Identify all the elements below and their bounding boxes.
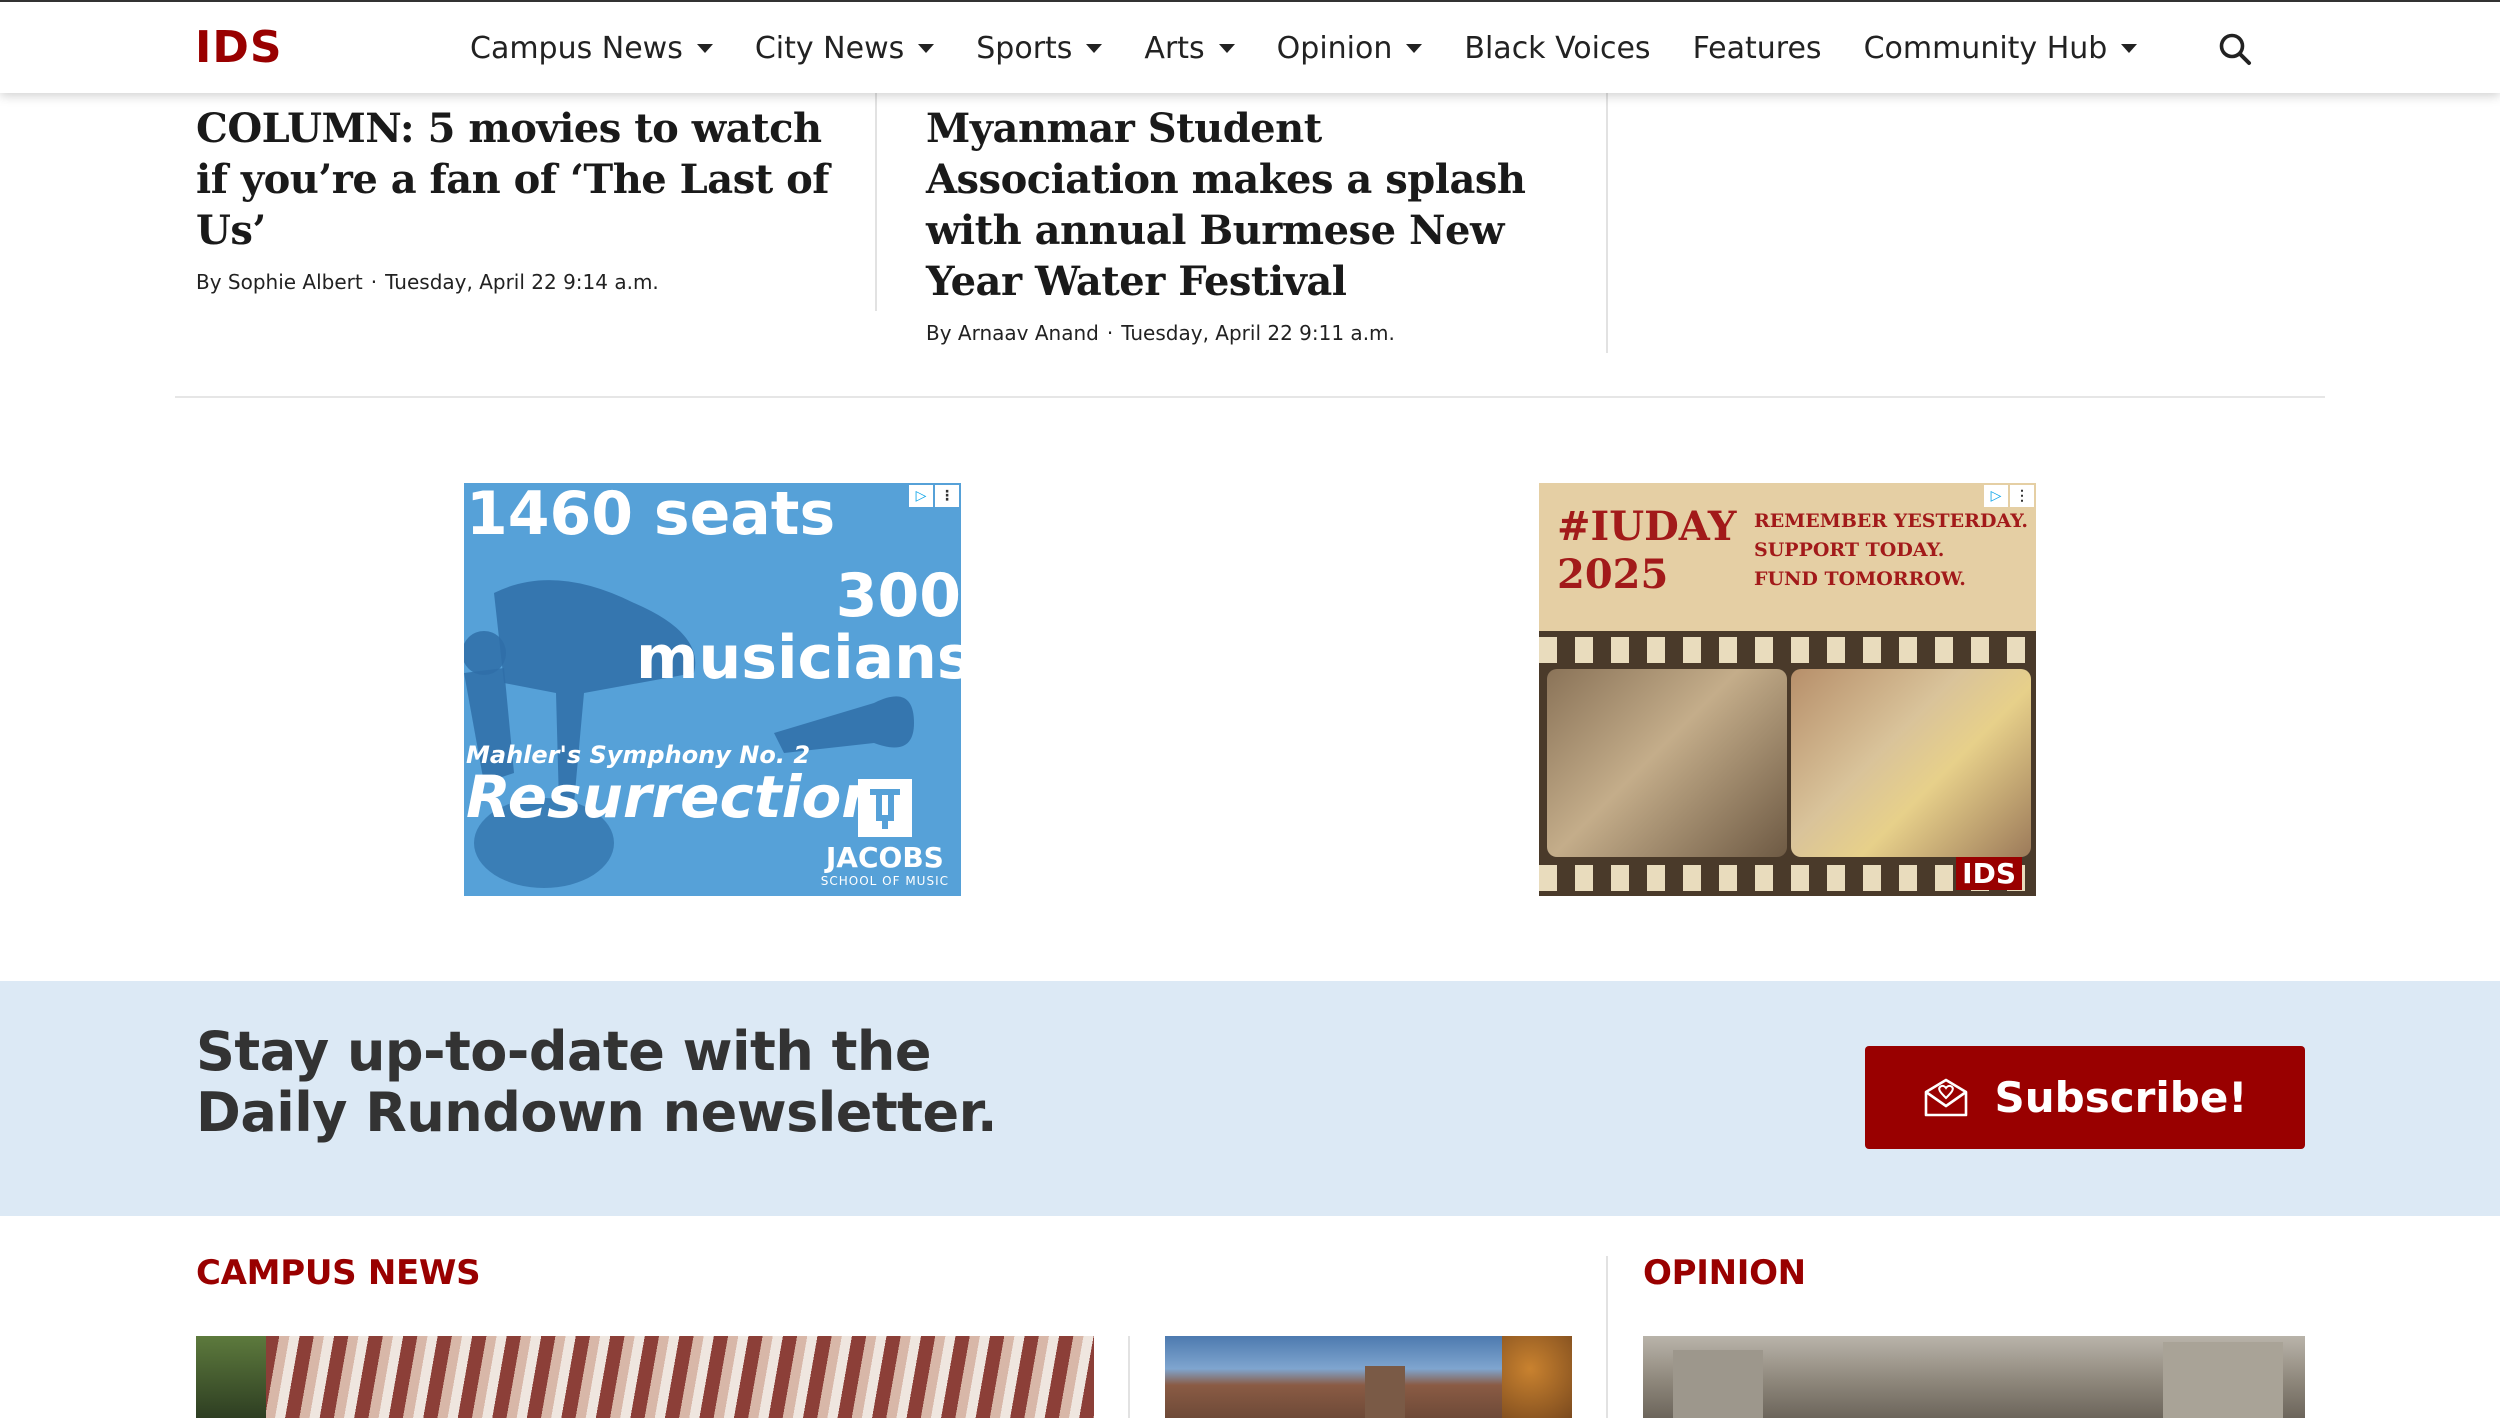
author[interactable]: By Arnaav Anand bbox=[926, 321, 1099, 345]
nav-sports[interactable]: Sports bbox=[976, 31, 1103, 66]
section-heading-campus-news[interactable]: CAMPUS NEWS bbox=[196, 1253, 481, 1293]
newsletter-line2: Daily Rundown newsletter. bbox=[196, 1081, 998, 1144]
nav-label: City News bbox=[754, 31, 905, 66]
ids-ad-logo: IDS bbox=[1956, 857, 2022, 890]
ad-slogan-3: FUND TOMORROW. bbox=[1754, 568, 1966, 590]
separator-dot: · bbox=[1106, 321, 1114, 345]
adchoices-icon[interactable]: ▷ bbox=[1984, 485, 2008, 507]
nav-label: Features bbox=[1692, 31, 1822, 66]
photo-frame-modern bbox=[1791, 669, 2031, 857]
nav-black-voices[interactable]: Black Voices bbox=[1464, 31, 1650, 66]
iu-trident-icon bbox=[857, 779, 912, 837]
ad-brand-sub: SCHOOL OF MUSIC bbox=[820, 874, 949, 888]
section-heading-opinion[interactable]: OPINION bbox=[1643, 1253, 1806, 1293]
column-divider bbox=[1606, 93, 1608, 353]
author[interactable]: By Sophie Albert bbox=[196, 270, 363, 294]
ad-number: 300 bbox=[835, 561, 961, 631]
ad-hashtag: #IUDAY 2025 bbox=[1557, 503, 1736, 599]
article-thumbnail[interactable] bbox=[1165, 1336, 1572, 1418]
tree-decor bbox=[1502, 1336, 1572, 1418]
nav-label: Community Hub bbox=[1863, 31, 2108, 66]
article-thumbnail[interactable] bbox=[196, 1336, 1094, 1418]
timestamp: Tuesday, April 22 9:14 a.m. bbox=[385, 270, 659, 294]
film-sprockets bbox=[1539, 637, 2036, 663]
story-headline[interactable]: Myanmar Student Association makes a spla… bbox=[926, 103, 1566, 307]
nav-city-news[interactable]: City News bbox=[754, 31, 935, 66]
newsletter-text: Stay up-to-date with the Daily Rundown n… bbox=[196, 1020, 998, 1144]
rubble-decor bbox=[2163, 1342, 2283, 1418]
photo-frame-archive bbox=[1547, 669, 1787, 857]
column-divider bbox=[1128, 1336, 1130, 1418]
jacobs-logo: JACOBS SCHOOL OF MUSIC bbox=[821, 779, 949, 888]
subscribe-label: Subscribe! bbox=[1994, 1073, 2248, 1122]
nav-features[interactable]: Features bbox=[1693, 31, 1822, 66]
ad-headline: 1460 seats bbox=[466, 483, 836, 549]
adchoices-badge[interactable]: ▷ ⋮ bbox=[909, 485, 959, 507]
section-divider bbox=[175, 396, 2325, 398]
separator-dot: · bbox=[370, 270, 378, 294]
newsletter-line1: Stay up-to-date with the bbox=[196, 1020, 931, 1083]
advertisement-jacobs[interactable]: 1460 seats 300 musicians Mahler's Sympho… bbox=[464, 483, 961, 896]
caret-down-icon bbox=[696, 44, 713, 53]
ad-slogan-2: SUPPORT TODAY. bbox=[1754, 539, 1945, 561]
nav-opinion[interactable]: Opinion bbox=[1277, 31, 1423, 66]
story-card: Myanmar Student Association makes a spla… bbox=[926, 103, 1566, 345]
newsletter-banner: Stay up-to-date with the Daily Rundown n… bbox=[0, 981, 2500, 1216]
nav-label: Black Voices bbox=[1464, 31, 1651, 66]
adchoices-icon[interactable]: ▷ bbox=[909, 485, 933, 507]
more-options-icon[interactable]: ⋮ bbox=[935, 485, 959, 507]
ad-slogan: REMEMBER YESTERDAY. SUPPORT TODAY. FUND … bbox=[1754, 507, 2028, 594]
rubble-decor bbox=[1673, 1350, 1763, 1418]
site-header: IDS Campus News City News Sports Arts Op… bbox=[0, 0, 2500, 93]
search-icon[interactable] bbox=[2218, 32, 2252, 66]
nav-label: Opinion bbox=[1276, 31, 1393, 66]
timestamp: Tuesday, April 22 9:11 a.m. bbox=[1121, 321, 1395, 345]
caret-down-icon bbox=[918, 44, 935, 53]
nav-campus-news[interactable]: Campus News bbox=[470, 31, 713, 66]
piano-silhouette bbox=[464, 580, 696, 888]
story-byline: By Arnaav Anand · Tuesday, April 22 9:11 a… bbox=[926, 321, 1566, 345]
ad-brand: JACOBS bbox=[825, 841, 944, 874]
caret-down-icon bbox=[2121, 44, 2138, 53]
nav-arts[interactable]: Arts bbox=[1144, 31, 1235, 66]
story-byline: By Sophie Albert · Tuesday, April 22 9:14 … bbox=[196, 270, 836, 294]
ids-logo[interactable]: IDS bbox=[195, 24, 283, 72]
nav-label: Campus News bbox=[470, 31, 683, 66]
ad-tag-line1: #IUDAY bbox=[1557, 503, 1737, 550]
ad-slogan-1: REMEMBER YESTERDAY. bbox=[1754, 510, 2028, 532]
advertisement-iuday[interactable]: #IUDAY 2025 REMEMBER YESTERDAY. SUPPORT T… bbox=[1539, 483, 2036, 896]
ad-tag-line2: 2025 bbox=[1557, 551, 1669, 598]
building-decor bbox=[1365, 1366, 1405, 1418]
caret-down-icon bbox=[1406, 44, 1423, 53]
more-options-icon[interactable]: ⋮ bbox=[2010, 485, 2034, 507]
nav-community-hub[interactable]: Community Hub bbox=[1864, 31, 2138, 66]
caret-down-icon bbox=[1218, 44, 1235, 53]
story-headline[interactable]: COLUMN: 5 movies to watch if you’re a fa… bbox=[196, 103, 836, 256]
column-divider bbox=[1606, 1256, 1608, 1418]
column-divider bbox=[875, 93, 877, 311]
nav-label: Sports bbox=[976, 31, 1073, 66]
ad-text: musicians bbox=[636, 623, 961, 693]
caret-down-icon bbox=[1086, 44, 1103, 53]
banner-decor bbox=[196, 1336, 266, 1418]
nav-label: Arts bbox=[1144, 31, 1205, 66]
main-nav: Campus News City News Sports Arts Opinio… bbox=[470, 2, 2179, 95]
article-thumbnail[interactable] bbox=[1643, 1336, 2305, 1418]
subscribe-button[interactable]: Subscribe! bbox=[1865, 1046, 2305, 1149]
story-card: COLUMN: 5 movies to watch if you’re a fa… bbox=[196, 103, 836, 294]
adchoices-badge[interactable]: ▷ ⋮ bbox=[1984, 485, 2034, 507]
envelope-heart-icon bbox=[1924, 1078, 1967, 1116]
